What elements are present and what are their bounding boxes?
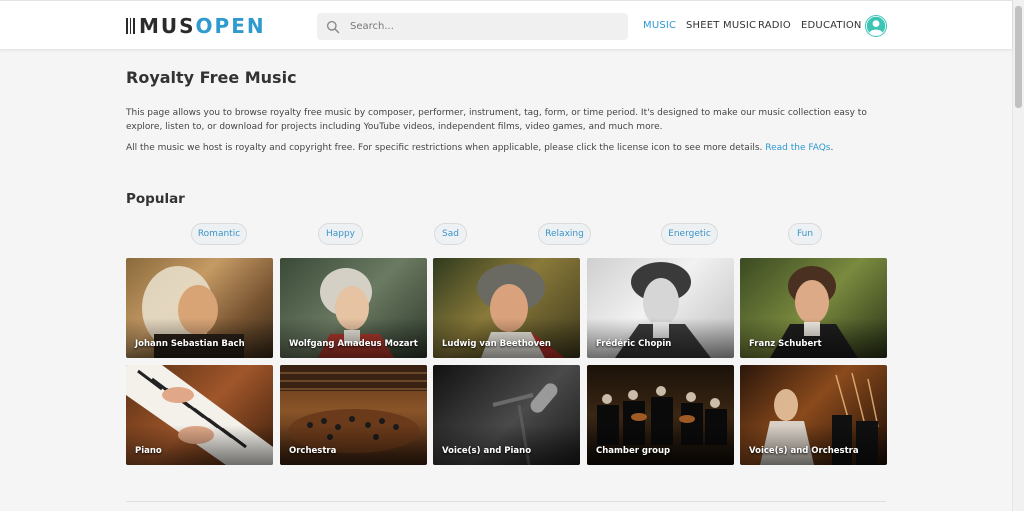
logo-text-blue: OPEN xyxy=(195,14,266,38)
scrollbar-thumb[interactable] xyxy=(1015,6,1022,108)
mood-tag-sad[interactable]: Sad xyxy=(434,223,467,245)
composer-name: Frédéric Chopin xyxy=(596,339,672,349)
section-divider xyxy=(126,501,886,502)
nav-music[interactable]: MUSIC xyxy=(643,20,676,31)
composer-name: Franz Schubert xyxy=(749,339,822,349)
composer-card-beethoven[interactable]: Ludwig van Beethoven xyxy=(433,258,580,358)
mood-tag-romantic[interactable]: Romantic xyxy=(191,223,247,245)
search-input[interactable] xyxy=(348,20,612,33)
composer-name: Wolfgang Amadeus Mozart xyxy=(289,339,418,349)
composer-name: Ludwig van Beethoven xyxy=(442,339,551,349)
mood-tag-fun[interactable]: Fun xyxy=(788,223,822,245)
license-paragraph: All the music we host is royalty and cop… xyxy=(126,143,834,153)
ensemble-card-orchestra[interactable]: Orchestra xyxy=(280,365,427,465)
nav-sheet-music[interactable]: SHEET MUSIC xyxy=(686,20,756,31)
ensemble-name: Voice(s) and Orchestra xyxy=(749,446,859,456)
composer-card-bach[interactable]: Johann Sebastian Bach xyxy=(126,258,273,358)
composer-card-schubert[interactable]: Franz Schubert xyxy=(740,258,887,358)
ensemble-name: Voice(s) and Piano xyxy=(442,446,532,456)
ensemble-card-voice-piano[interactable]: Voice(s) and Piano xyxy=(433,365,580,465)
musopen-logo[interactable]: MUS OPEN xyxy=(126,14,266,38)
ensemble-name: Piano xyxy=(135,446,162,456)
mood-tag-happy[interactable]: Happy xyxy=(318,223,363,245)
nav-radio[interactable]: RADIO xyxy=(758,20,791,31)
page-scrollbar[interactable] xyxy=(1012,0,1024,511)
top-navbar: MUSOPEN MUSIC SHEET MUSIC RADIO EDUCATIO… xyxy=(0,0,1012,49)
intro-paragraph: This page allows you to browse royalty f… xyxy=(126,108,867,132)
ensemble-card-voice-orchestra[interactable]: Voice(s) and Orchestra xyxy=(740,365,887,465)
license-text: All the music we host is royalty and cop… xyxy=(126,143,763,153)
page-title: Royalty Free Music xyxy=(126,68,297,87)
faq-link[interactable]: Read the FAQs xyxy=(765,143,830,153)
composer-card-mozart[interactable]: Wolfgang Amadeus Mozart xyxy=(280,258,427,358)
ensemble-card-chamber[interactable]: Chamber group xyxy=(587,365,734,465)
search-bar[interactable] xyxy=(317,13,628,40)
mood-tag-relaxing[interactable]: Relaxing xyxy=(538,223,591,245)
mood-tag-energetic[interactable]: Energetic xyxy=(661,223,718,245)
logo-mark-icon xyxy=(126,18,135,34)
search-icon xyxy=(326,20,340,33)
logo-text-dark: MUS xyxy=(139,14,196,38)
popular-heading: Popular xyxy=(126,191,185,207)
ensemble-name: Orchestra xyxy=(289,446,337,456)
ensemble-name: Chamber group xyxy=(596,446,671,456)
user-avatar-icon[interactable] xyxy=(865,15,887,37)
nav-education[interactable]: EDUCATION xyxy=(801,20,862,31)
composer-name: Johann Sebastian Bach xyxy=(135,339,245,349)
composer-card-chopin[interactable]: Frédéric Chopin xyxy=(587,258,734,358)
ensemble-card-piano[interactable]: Piano xyxy=(126,365,273,465)
